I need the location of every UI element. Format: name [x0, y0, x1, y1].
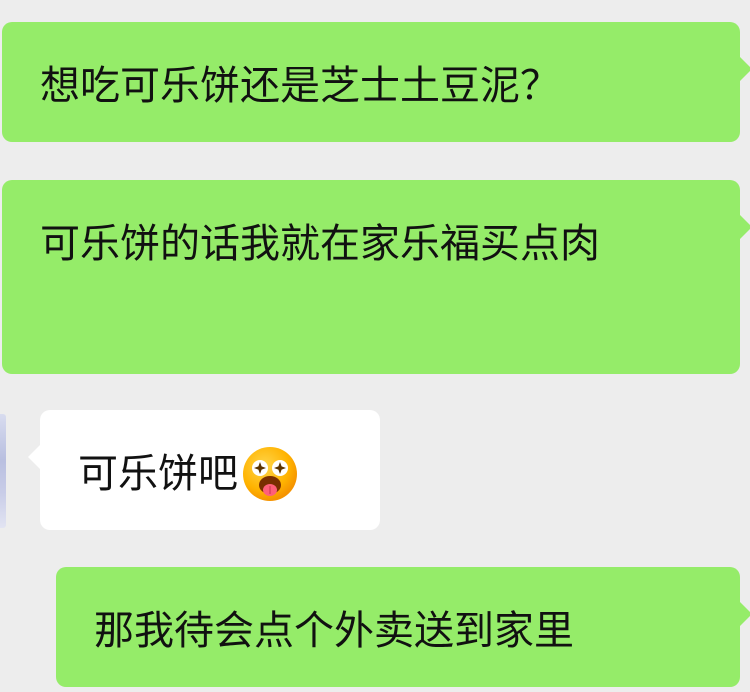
bubble-tail — [739, 214, 750, 240]
message-text: 那我待会点个外卖送到家里 — [94, 608, 574, 654]
avatar[interactable] — [0, 414, 6, 528]
message-text: 可乐饼吧 — [78, 451, 238, 497]
message-text: 可乐饼的话我就在家乐福买点肉 — [40, 221, 600, 267]
bubble-tail — [28, 444, 41, 470]
sent-message-bubble[interactable]: 想吃可乐饼还是芝士土豆泥？ — [2, 22, 750, 142]
starry-eyed-tongue-out-emoji-icon — [243, 447, 297, 501]
bubble-tail — [739, 601, 750, 627]
sent-message-bubble[interactable]: 那我待会点个外卖送到家里 — [56, 567, 750, 687]
sent-message-bubble[interactable]: 可乐饼的话我就在家乐福买点肉 — [2, 180, 750, 374]
message-text: 想吃可乐饼还是芝士土豆泥？ — [40, 63, 560, 109]
bubble-tail — [739, 56, 750, 82]
received-message-bubble[interactable]: 可乐饼吧 — [28, 410, 380, 530]
